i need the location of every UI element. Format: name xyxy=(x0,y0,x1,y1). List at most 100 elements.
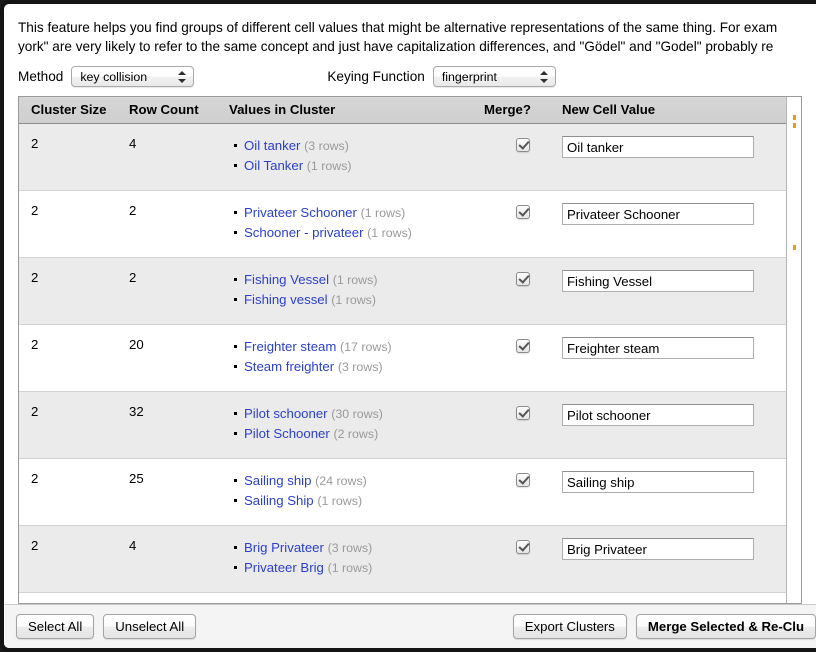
cluster-value-link[interactable]: Oil Tanker xyxy=(244,158,303,173)
new-cell-value-input[interactable] xyxy=(562,404,754,426)
cell-new-value xyxy=(562,324,801,392)
list-item: Schooner - privateer (1 rows) xyxy=(234,223,484,243)
cluster-value-link[interactable]: Freighter steam xyxy=(244,339,336,354)
header-row-count: Row Count xyxy=(129,97,229,124)
clusters-right-gutter[interactable] xyxy=(786,97,801,603)
cell-merge xyxy=(484,458,562,526)
cluster-value-link[interactable]: Pilot Schooner xyxy=(244,426,330,441)
cell-values-in-cluster: Oil tanker (3 rows) Oil Tanker (1 rows) xyxy=(229,123,484,191)
list-item: Pilot schooner (30 rows) xyxy=(234,404,484,424)
cluster-value-link[interactable]: Privateer Schooner xyxy=(244,205,357,220)
cluster-value-row-count: (24 rows) xyxy=(315,474,367,488)
cluster-value-link[interactable]: Fishing Vessel xyxy=(244,272,329,287)
list-item: Sailing ship (24 rows) xyxy=(234,471,484,491)
cluster-value-row-count: (17 rows) xyxy=(340,340,392,354)
new-cell-value-input[interactable] xyxy=(562,270,754,292)
cell-row-count: 4 xyxy=(129,123,229,191)
table-row: 2 20 Freighter steam (17 rows) Steam freigh… xyxy=(19,324,801,392)
export-clusters-button[interactable]: Export Clusters xyxy=(512,614,627,639)
keying-function-label: Keying Function xyxy=(327,69,425,84)
cluster-value-link[interactable]: Schooner - privateer xyxy=(244,225,363,240)
new-cell-value-input[interactable] xyxy=(562,337,754,359)
intro-line-2: york" are very likely to refer to the sa… xyxy=(18,39,774,54)
controls-bar: Method key collision Keying Function fin… xyxy=(4,56,816,96)
intro-description: This feature helps you find groups of di… xyxy=(4,4,816,56)
cell-merge xyxy=(484,190,562,258)
merge-checkbox[interactable] xyxy=(516,138,530,153)
clusters-panel: Cluster Size Row Count Values in Cluster… xyxy=(18,96,802,604)
list-item: Fishing Vessel (1 rows) xyxy=(234,270,484,290)
cluster-value-row-count: (1 rows) xyxy=(332,273,378,287)
cell-values-in-cluster: Brig Privateer (3 rows) Privateer Brig (1… xyxy=(229,525,484,593)
merge-checkbox[interactable] xyxy=(516,406,530,421)
cell-row-count: 2 xyxy=(129,190,229,258)
list-item: Brig Privateer (3 rows) xyxy=(234,538,484,558)
list-item: Oil tanker (3 rows) xyxy=(234,136,484,156)
list-item: Steam freighter (3 rows) xyxy=(234,357,484,377)
cell-cluster-size: 2 xyxy=(19,324,129,392)
cell-cluster-size: 2 xyxy=(19,391,129,459)
list-item: Privateer Schooner (1 rows) xyxy=(234,203,484,223)
new-cell-value-input[interactable] xyxy=(562,471,754,493)
merge-selected-and-recluster-button[interactable]: Merge Selected & Re-Clu xyxy=(635,614,816,639)
cell-values-in-cluster: Fishing Vessel (1 rows) Fishing vessel (1… xyxy=(229,257,484,325)
cell-cluster-size: 2 xyxy=(19,458,129,526)
cluster-value-row-count: (1 rows) xyxy=(327,561,373,575)
cluster-value-link[interactable]: Oil tanker xyxy=(244,138,300,153)
cell-row-count: 20 xyxy=(129,324,229,392)
cell-new-value xyxy=(562,391,801,459)
up-down-arrows-icon xyxy=(178,70,187,84)
merge-checkbox[interactable] xyxy=(516,540,530,555)
select-all-button[interactable]: Select All xyxy=(16,614,95,639)
method-select[interactable]: key collision xyxy=(71,66,195,87)
cell-merge xyxy=(484,123,562,191)
cell-merge xyxy=(484,324,562,392)
list-item: Freighter steam (17 rows) xyxy=(234,337,484,357)
merge-checkbox[interactable] xyxy=(516,339,530,354)
unselect-all-button[interactable]: Unselect All xyxy=(103,614,197,639)
cell-row-count: 32 xyxy=(129,391,229,459)
cell-values-in-cluster: Sailing ship (24 rows) Sailing Ship (1 ro… xyxy=(229,458,484,526)
cell-cluster-size: 2 xyxy=(19,525,129,593)
cell-merge xyxy=(484,525,562,593)
new-cell-value-input[interactable] xyxy=(562,538,754,560)
table-row: 2 4 Brig Privateer (3 rows) Privateer Brig … xyxy=(19,525,801,593)
table-row: 2 32 Pilot schooner (30 rows) Pilot Schoone… xyxy=(19,391,801,459)
merge-checkbox[interactable] xyxy=(516,272,530,287)
gutter-marker xyxy=(793,123,796,128)
clusters-scroll-area[interactable]: Cluster Size Row Count Values in Cluster… xyxy=(19,97,801,603)
table-row: 2 2 Fishing Vessel (1 rows) Fishing vessel … xyxy=(19,257,801,325)
cluster-value-row-count: (3 rows) xyxy=(337,360,383,374)
dialog-footer: Select All Unselect All Export Clusters … xyxy=(4,604,816,648)
cluster-values-list: Pilot schooner (30 rows) Pilot Schooner (… xyxy=(229,404,484,444)
cluster-value-link[interactable]: Steam freighter xyxy=(244,359,334,374)
cluster-values-list: Freighter steam (17 rows) Steam freighter… xyxy=(229,337,484,377)
cluster-value-link[interactable]: Pilot schooner xyxy=(244,406,328,421)
merge-checkbox[interactable] xyxy=(516,473,530,488)
keying-function-select[interactable]: fingerprint xyxy=(432,66,556,87)
cluster-values-list: Fishing Vessel (1 rows) Fishing vessel (1… xyxy=(229,270,484,310)
cell-values-in-cluster: Freighter steam (17 rows) Steam freighter… xyxy=(229,324,484,392)
new-cell-value-input[interactable] xyxy=(562,203,754,225)
cell-row-count: 2 xyxy=(129,257,229,325)
merge-checkbox[interactable] xyxy=(516,205,530,220)
header-values-in-cluster: Values in Cluster xyxy=(229,97,484,124)
cluster-value-link[interactable]: Sailing ship xyxy=(244,473,311,488)
footer-primary-actions: Export Clusters Merge Selected & Re-Clu xyxy=(512,614,816,639)
cell-values-in-cluster: Privateer Schooner (1 rows) Schooner - pr… xyxy=(229,190,484,258)
table-row: 2 25 Sailing ship (24 rows) Sailing Ship (1… xyxy=(19,458,801,526)
cell-new-value xyxy=(562,257,801,325)
cluster-value-link[interactable]: Sailing Ship xyxy=(244,493,314,508)
cell-row-count: 25 xyxy=(129,458,229,526)
cluster-value-link[interactable]: Fishing vessel xyxy=(244,292,328,307)
list-item: Pilot Schooner (2 rows) xyxy=(234,424,484,444)
cluster-value-row-count: (3 rows) xyxy=(304,139,349,153)
cluster-value-link[interactable]: Brig Privateer xyxy=(244,540,324,555)
new-cell-value-input[interactable] xyxy=(562,136,754,158)
cell-merge xyxy=(484,391,562,459)
cluster-value-link[interactable]: Privateer Brig xyxy=(244,560,324,575)
gutter-marker xyxy=(793,115,796,120)
up-down-arrows-icon xyxy=(539,70,548,84)
cluster-values-list: Privateer Schooner (1 rows) Schooner - pr… xyxy=(229,203,484,243)
list-item: Oil Tanker (1 rows) xyxy=(234,156,484,176)
